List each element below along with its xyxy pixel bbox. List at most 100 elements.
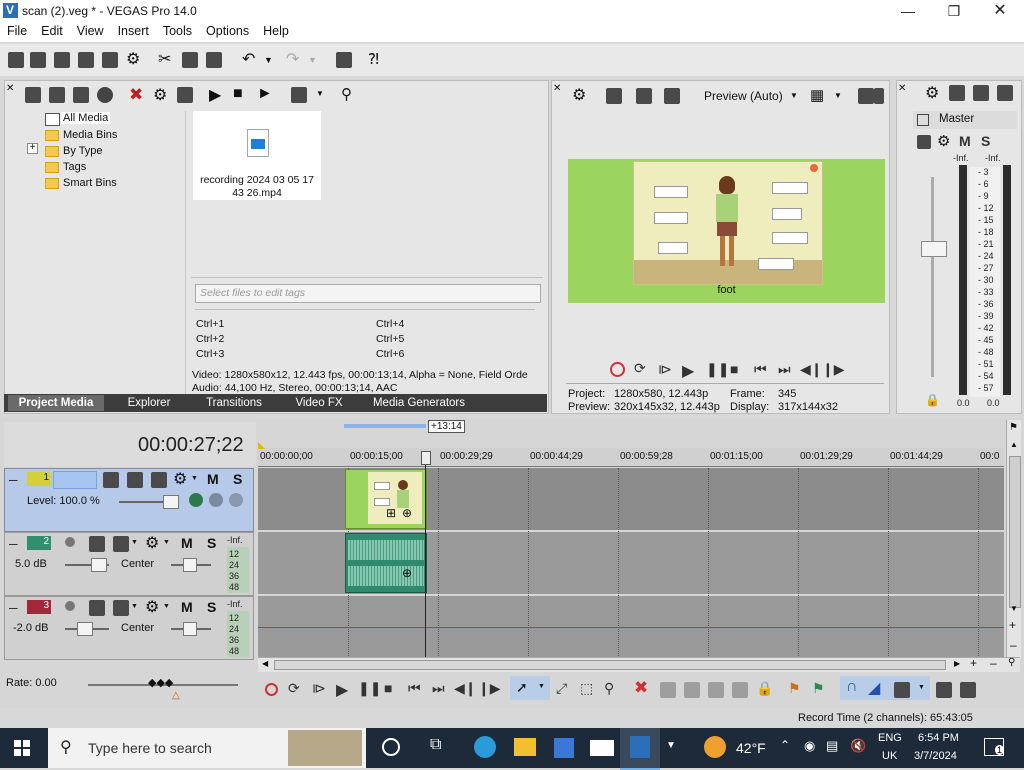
pan-crop-icon[interactable] [177,87,193,103]
track-2-solo-button[interactable]: S [207,535,216,551]
import-media-icon[interactable] [25,87,41,103]
horizontal-scrollbar[interactable]: ◀ ▶ + – ⚲ [258,656,1020,672]
scroll-left-icon[interactable]: ◀ [262,659,268,668]
bus-fx-gear-icon[interactable]: ⚙ [937,132,950,150]
redo-icon[interactable]: ↷ [286,52,302,68]
clock-time[interactable]: 6:54 PM [918,732,959,744]
track-motion-icon[interactable] [113,536,129,552]
get-media-icon[interactable] [73,87,89,103]
pause-icon[interactable]: ❚❚ [358,680,381,697]
paste-icon[interactable] [206,52,222,68]
insert-region-icon[interactable]: ⚑ [812,680,825,697]
redo-dropdown-icon[interactable]: ▼ [308,52,324,68]
render-icon[interactable] [102,52,118,68]
notification-center-icon[interactable]: 1 [984,738,1005,756]
stop-icon[interactable]: ■ [384,680,392,696]
stop-icon[interactable]: ■ [730,361,738,377]
pan-slider-handle[interactable] [183,622,197,636]
weather-temperature[interactable]: 42°F [736,740,766,756]
store-icon[interactable] [554,738,574,758]
zoom-out-icon[interactable]: – [1010,638,1017,652]
cut-icon[interactable]: ✂ [158,52,174,68]
lock-icon[interactable]: 🔒 [925,393,940,407]
track-fx-icon[interactable] [89,536,105,552]
trim-icon[interactable] [660,682,676,698]
quality-chevron-down-icon[interactable]: ▼ [790,91,798,100]
master-fader-handle[interactable] [921,241,947,257]
level-slider-handle[interactable] [163,495,179,509]
selection-edit-tool-icon[interactable]: ⬚ [580,680,593,697]
auto-preview-icon[interactable]: ► [257,85,273,102]
plugin-manager-icon[interactable] [336,52,352,68]
copy-snapshot-icon[interactable] [858,88,874,104]
track-dropdown-icon[interactable]: ▼ [131,603,138,610]
event-fx-icon[interactable]: ⊕ [402,506,412,520]
insert-marker-icon[interactable]: ⚑ [788,680,801,697]
menu-options[interactable]: Options [199,22,256,38]
new-icon[interactable] [8,52,24,68]
marker-flag-icon[interactable]: ⚑ [1009,422,1018,433]
track-gear-dropdown-icon[interactable]: ▼ [163,603,170,610]
play-icon[interactable]: ▶ [336,680,348,700]
meter-options-icon[interactable] [997,85,1013,101]
menu-insert[interactable]: Insert [111,22,156,38]
media-fx-gear-icon[interactable]: ⚙ [153,85,169,104]
stop-icon[interactable]: ■ [233,85,249,102]
split-screen-icon[interactable] [636,88,652,104]
loop-playback-icon[interactable]: ⟳ [288,680,300,697]
remove-icon[interactable]: ✖ [129,85,145,104]
go-to-end-icon[interactable]: ⏭ [432,680,445,697]
meet-now-icon[interactable]: ◉ [804,738,815,754]
collapse-icon[interactable]: ─ [9,537,18,551]
track-1-solo-button[interactable]: S [233,471,242,487]
track-gear-icon[interactable]: ⚙ [145,533,159,553]
pause-icon[interactable]: ❚❚ [706,361,729,378]
make-compositing-icon[interactable] [229,493,243,507]
auto-crossfade-icon[interactable]: ◢ [868,678,880,698]
clock-date[interactable]: 3/7/2024 [914,750,957,762]
web-icon[interactable] [97,87,113,103]
bus-fx-icon[interactable] [917,135,931,149]
panel-close-icon[interactable]: ✕ [553,83,561,94]
scroll-down-icon[interactable]: ▼ [1010,604,1018,613]
external-monitor-icon[interactable] [606,88,622,104]
menu-help[interactable]: Help [256,22,296,38]
media-file-item[interactable]: recording 2024 03 05 17 43 26.mp4 [193,111,321,200]
menu-tools[interactable]: Tools [156,22,199,38]
loop-region-bar[interactable] [344,424,426,428]
ripple-dropdown-icon[interactable]: ▼ [918,684,925,691]
maximize-button[interactable]: ❐ [931,0,977,22]
panel-close-icon[interactable]: ✕ [6,83,14,94]
track-motion-icon[interactable] [103,472,119,488]
tab-project-media[interactable]: Project Media [8,395,104,411]
track-gear-icon[interactable]: ⚙ [145,597,159,617]
track-dropdown-icon[interactable]: ▼ [131,539,138,546]
track-motion-icon[interactable] [113,600,129,616]
playhead-handle[interactable] [421,451,431,465]
trim-end-icon[interactable] [708,682,724,698]
zoom-tool-icon[interactable]: ⚲ [1008,657,1015,668]
volume-slider-handle[interactable] [91,558,107,572]
play-icon[interactable]: ▶ [209,85,225,104]
next-frame-icon[interactable]: ❙▶ [478,680,501,697]
compositing-mode-icon[interactable] [151,472,167,488]
overlays-icon[interactable] [664,88,680,104]
track-fx-icon[interactable] [127,472,143,488]
envelope-edit-tool-icon[interactable]: ⤢ [556,680,567,697]
dim-output-icon[interactable] [973,85,989,101]
edge-icon[interactable] [474,736,496,758]
preview-settings-gear-icon[interactable]: ⚙ [572,85,588,104]
save-snapshot-icon[interactable] [874,88,884,104]
master-solo-button[interactable]: S [981,133,990,149]
h-scroll-thumb[interactable] [274,660,946,670]
pan-slider-handle[interactable] [183,558,197,572]
audio-event-clip[interactable]: ⊕ [345,533,427,593]
snapping-magnet-icon[interactable]: ∩ [846,678,858,696]
track-header-3[interactable]: ─ 3 ▼ ⚙ ▼ M S -2.0 dB Center -Inf. 12 24… [4,596,254,660]
arm-record-icon[interactable] [65,601,75,611]
rate-slider-handle[interactable]: ◆◆◆ [148,676,173,689]
views-dropdown-icon[interactable]: ▼ [316,89,324,98]
volume-slider-handle[interactable] [77,622,93,636]
language-eng[interactable]: ENG [878,732,902,744]
go-to-start-icon[interactable]: ⏮ [754,361,767,378]
